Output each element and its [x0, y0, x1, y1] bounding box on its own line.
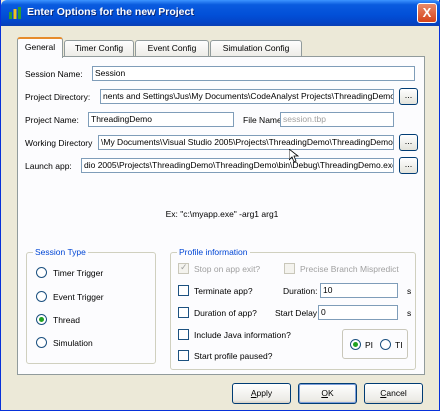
- pi-radio[interactable]: [350, 339, 361, 350]
- duration-unit: s: [407, 286, 412, 296]
- ok-button-label: OK: [321, 388, 333, 398]
- options-dialog: Enter Options for the new Project X Gene…: [0, 0, 440, 411]
- ok-rest: K: [327, 388, 334, 398]
- file-name-label: File Name:: [243, 115, 285, 125]
- project-directory-label: Project Directory:: [25, 92, 91, 102]
- terminate-app-label: Terminate app?: [194, 286, 253, 296]
- start-delay-input[interactable]: 0: [318, 305, 398, 320]
- project-name-label: Project Name:: [25, 115, 79, 125]
- tab-timer-config[interactable]: Timer Config: [64, 40, 134, 57]
- include-java-label: Include Java information?: [194, 330, 291, 340]
- event-trigger-label: Event Trigger: [53, 292, 104, 302]
- cancel-button[interactable]: Cancel: [364, 383, 423, 404]
- pi-label: PI: [365, 340, 374, 350]
- working-directory-label: Working Directory: [25, 138, 93, 148]
- precise-branch-checkbox: [284, 263, 295, 274]
- pi-ti-group: PI TI: [342, 329, 408, 359]
- app-icon: [9, 7, 21, 19]
- apply-rest: pply: [256, 388, 273, 398]
- duration-label: Duration:: [283, 286, 318, 296]
- duration-of-app-checkbox[interactable]: [178, 307, 189, 318]
- launch-app-browse-button[interactable]: ...: [399, 157, 418, 174]
- launch-example-text: Ex: "c:\myapp.exe" -arg1 arg1: [165, 209, 279, 219]
- thread-radio[interactable]: [36, 314, 47, 325]
- project-directory-browse-button[interactable]: ...: [399, 88, 418, 105]
- terminate-app-checkbox[interactable]: [178, 285, 189, 296]
- duration-of-app-label: Duration of app?: [194, 308, 257, 318]
- file-name-input: session.tbp: [280, 112, 394, 127]
- mouse-cursor-icon: [289, 149, 299, 163]
- project-directory-input[interactable]: nents and Settings\Jus\My Documents\Code…: [100, 89, 394, 104]
- tab-general[interactable]: General: [17, 37, 63, 58]
- title-bar[interactable]: Enter Options for the new Project X: [1, 0, 440, 26]
- session-name-label: Session Name:: [25, 69, 83, 79]
- thread-label: Thread: [53, 315, 80, 325]
- simulation-radio[interactable]: [36, 337, 47, 348]
- launch-app-input[interactable]: dio 2005\Projects\ThreadingDemo\Threadin…: [81, 158, 394, 173]
- start-paused-checkbox[interactable]: [178, 350, 189, 361]
- profile-information-title: Profile information: [177, 247, 250, 257]
- stop-on-exit-checkbox: [178, 262, 189, 274]
- ti-label: TI: [395, 340, 403, 350]
- precise-branch-label: Precise Branch Mispredict: [300, 264, 399, 274]
- apply-button-label: Apply: [251, 388, 272, 398]
- project-name-input[interactable]: ThreadingDemo: [88, 112, 234, 127]
- timer-trigger-radio[interactable]: [36, 267, 47, 278]
- duration-input[interactable]: 10: [320, 283, 398, 298]
- working-directory-browse-button[interactable]: ...: [399, 134, 418, 151]
- tab-event-config[interactable]: Event Config: [135, 40, 209, 57]
- close-button[interactable]: X: [417, 3, 437, 23]
- profile-information-group: Profile information Stop on app exit? Pr…: [170, 247, 416, 370]
- event-trigger-radio[interactable]: [36, 291, 47, 302]
- start-delay-label: Start Delay: [275, 308, 318, 318]
- session-name-input[interactable]: Session: [92, 66, 415, 81]
- start-paused-label: Start profile paused?: [194, 351, 273, 361]
- stop-on-exit-label: Stop on app exit?: [194, 264, 261, 274]
- launch-app-label: Launch app:: [25, 161, 72, 171]
- cancel-rest: ancel: [386, 388, 407, 398]
- tab-simulation-config[interactable]: Simulation Config: [210, 40, 302, 57]
- ok-button[interactable]: OK: [298, 383, 357, 404]
- include-java-checkbox[interactable]: [178, 329, 189, 340]
- ti-radio[interactable]: [380, 339, 391, 350]
- general-panel: Session Name: Session Project Directory:…: [17, 56, 425, 375]
- simulation-label: Simulation: [53, 338, 93, 348]
- window-title: Enter Options for the new Project: [27, 6, 194, 18]
- session-type-group: Session Type Timer Trigger Event Trigger…: [26, 247, 156, 364]
- ok-mnemonic: O: [321, 388, 328, 398]
- cancel-button-label: Cancel: [380, 388, 406, 398]
- apply-button[interactable]: Apply: [232, 383, 291, 404]
- session-type-title: Session Type: [33, 247, 88, 257]
- start-delay-unit: s: [407, 308, 412, 318]
- working-directory-input[interactable]: \My Documents\Visual Studio 2005\Project…: [98, 135, 394, 150]
- timer-trigger-label: Timer Trigger: [53, 268, 104, 278]
